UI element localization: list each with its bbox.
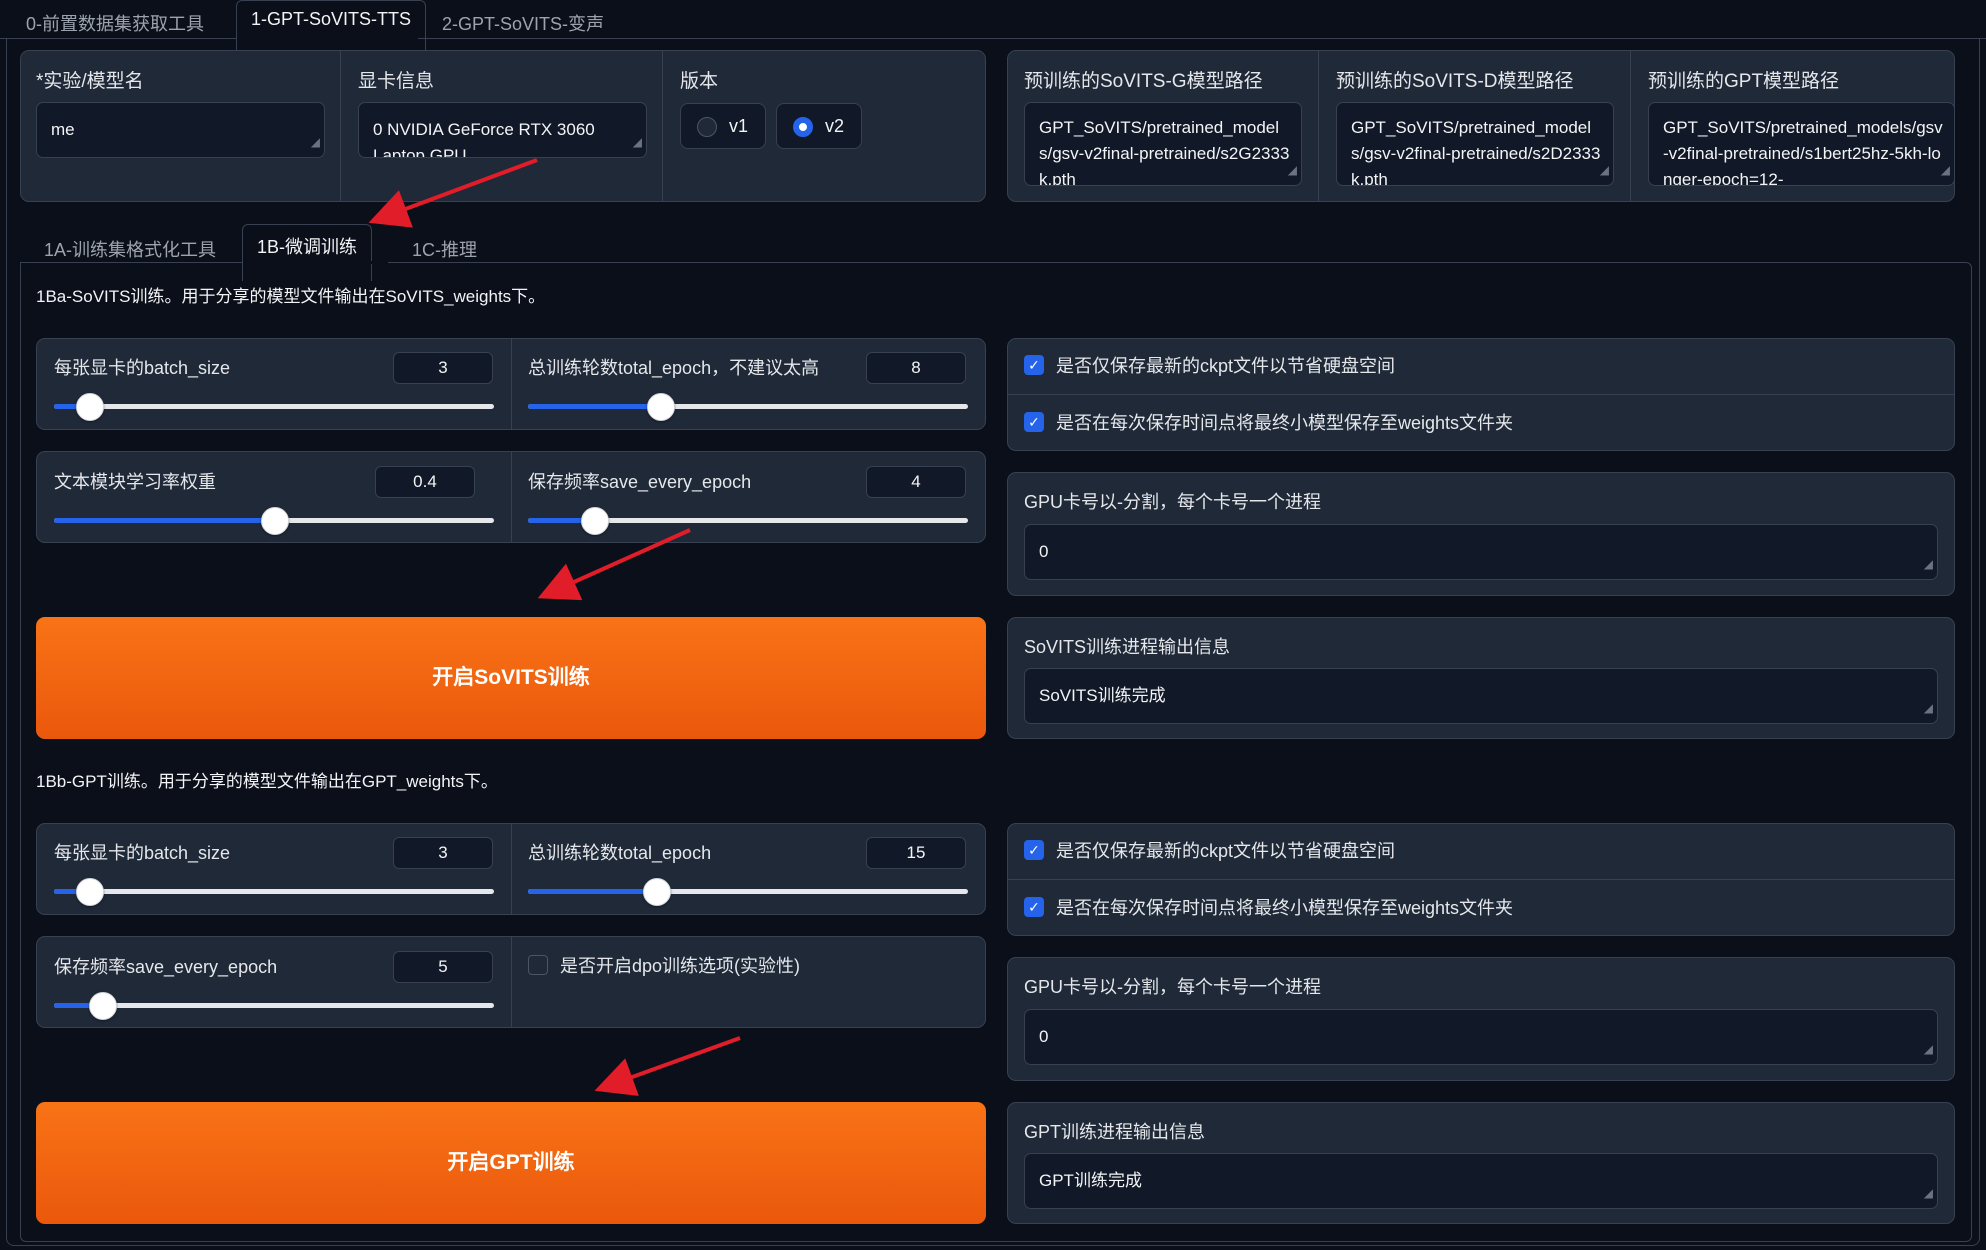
- annotation-arrows: [368, 158, 741, 1096]
- arrow-to-sovits-button-icon: [537, 528, 691, 601]
- arrow-to-gpt-button-icon: [594, 1036, 741, 1096]
- arrow-to-finetune-tab-icon: [368, 158, 538, 228]
